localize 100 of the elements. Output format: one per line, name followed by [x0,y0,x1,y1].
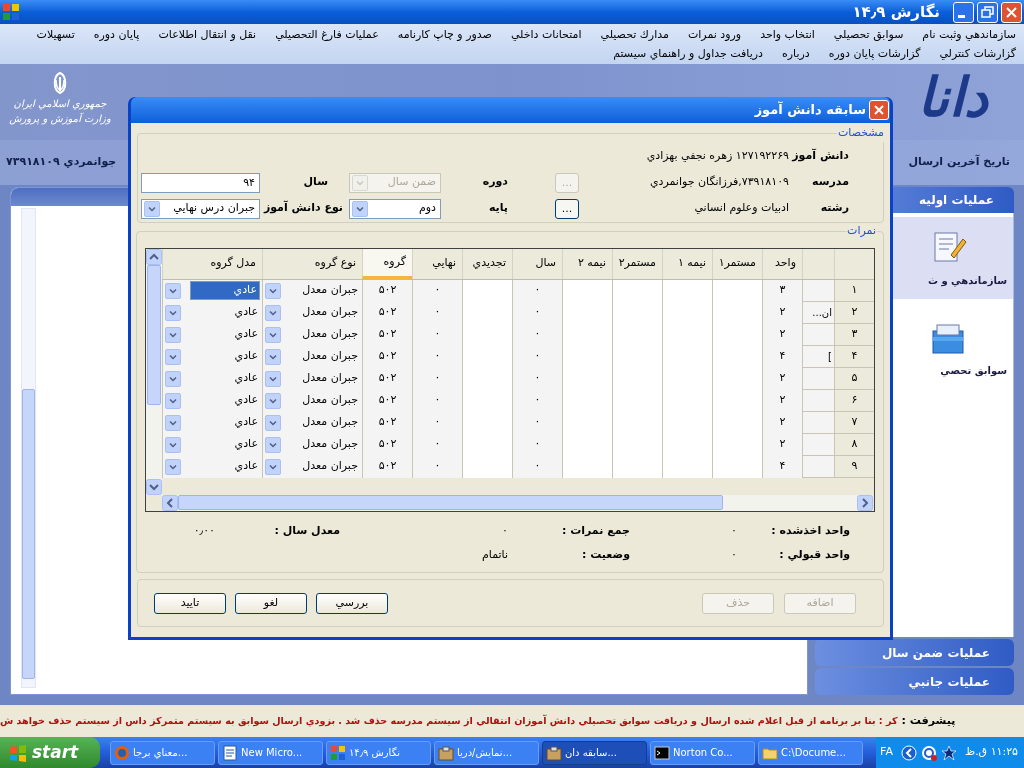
taskbar-button[interactable]: معناي برجا... [110,740,215,765]
dropdown-cell[interactable]: جبران معدل [262,367,362,390]
dropdown-button[interactable] [265,326,281,343]
menu-item[interactable]: انتخاب واحد [760,26,815,44]
scrollbar[interactable] [21,208,36,688]
menu-item[interactable]: مدارك تحصيلي [600,26,669,44]
scroll-thumb[interactable] [22,389,35,679]
dropdown-button[interactable] [165,414,181,431]
minimize-button[interactable] [953,1,974,23]
dropdown-button[interactable] [265,304,281,321]
dropdown-cell[interactable]: عادي [162,455,262,478]
scrollbar[interactable] [162,494,873,511]
dropdown-button[interactable] [265,370,281,387]
taskbar-button[interactable]: New Micro... [218,740,323,765]
table-cell[interactable] [712,279,762,302]
dropdown[interactable]: جبران درس نهايي [141,198,260,219]
dropdown-cell[interactable]: جبران معدل [262,323,362,346]
table-cell[interactable] [462,455,512,478]
dropdown-cell[interactable]: عادي [162,367,262,390]
table-cell[interactable] [662,455,712,478]
table-cell[interactable] [662,279,712,302]
menu-item[interactable]: گزارشات پايان دوره [828,45,921,63]
scroll-up-icon[interactable] [146,248,162,265]
dropdown-button[interactable] [165,282,181,299]
dropdown-cell[interactable]: عادي [162,301,262,324]
dropdown-cell[interactable]: عادي [162,411,262,434]
dialog-button[interactable]: تاييد [154,592,226,614]
dropdown-cell[interactable]: عادي [162,345,262,368]
scroll-thumb[interactable] [178,494,723,510]
table-cell[interactable] [562,455,612,478]
globe-icon[interactable] [920,744,937,761]
dropdown-cell[interactable]: جبران معدل [262,279,362,302]
dropdown-cell[interactable]: عادي [162,279,262,302]
dropdown-button[interactable] [265,436,281,453]
menu-item[interactable]: صدور و چاپ كارنامه [397,26,492,44]
taskbar-button[interactable]: نگارش ۱۴٫۹ [326,740,431,765]
dropdown-cell[interactable]: عادي [162,323,262,346]
scroll-left-icon[interactable] [162,494,178,511]
taskbar-button[interactable]: نمايش/دريا... [434,740,539,765]
dropdown-button[interactable] [165,436,181,453]
menu-item[interactable]: سازماندهي وثبت نام [922,26,1016,44]
document-icon [222,744,238,761]
taskbar-button[interactable]: C:\Docume... [758,740,863,765]
menu-item[interactable]: ورود نمرات [687,26,742,44]
dropdown-button[interactable] [165,304,181,321]
menu-item[interactable]: نقل و انتقال اطلاعات [158,26,257,44]
menu-item[interactable]: دريافت جداول و راهنماي سيستم [613,45,763,63]
menu-item[interactable]: پايان دوره [93,26,140,44]
table-cell[interactable] [462,279,512,302]
dropdown-button[interactable] [265,348,281,365]
dropdown-cell[interactable]: عادي [162,433,262,456]
table-cell[interactable] [612,279,662,302]
year-input[interactable]: ۹۴ [141,172,260,193]
taskbar-button[interactable]: Norton Co... [650,740,755,765]
language-indicator[interactable]: FA [880,744,893,761]
dropdown-button[interactable] [265,458,281,475]
browse-button[interactable]: ... [555,198,579,219]
dropdown-button[interactable] [265,414,281,431]
menu-item[interactable]: عمليات فارغ التحصيلي [275,26,379,44]
dropdown-button[interactable] [144,200,160,217]
chevron-icon[interactable] [900,744,917,761]
menu-item[interactable]: درباره [781,45,810,63]
menu-item[interactable]: امتحانات داخلي [510,26,582,44]
dropdown[interactable]: دوم [349,198,441,219]
dropdown-button[interactable] [265,282,281,299]
dropdown-cell[interactable]: جبران معدل [262,455,362,478]
panel-header[interactable]: عمليات جانبي [815,668,1014,695]
dropdown-cell[interactable]: جبران معدل [262,433,362,456]
menu-item[interactable]: تسهيلات [36,26,75,44]
panel-header[interactable]: عمليات ضمن سال [815,639,1014,666]
scrollbar[interactable] [146,248,162,495]
menu-item[interactable]: سوابق تحصيلي [833,26,904,44]
dialog-button[interactable]: لغو [235,592,307,614]
menu-item[interactable]: گزارشات كنترلي [939,45,1016,63]
dropdown-button[interactable] [165,458,181,475]
dropdown-button[interactable] [165,326,181,343]
table-cell: ۰ [512,367,562,390]
scroll-right-icon[interactable] [857,494,873,511]
dropdown-cell[interactable]: جبران معدل [262,301,362,324]
close-button[interactable] [1001,1,1022,23]
dropdown-button[interactable] [352,200,368,217]
scroll-down-icon[interactable] [146,478,162,495]
dialog-button[interactable]: بررسي [316,592,388,614]
dropdown-cell[interactable]: جبران معدل [262,389,362,412]
close-button[interactable] [869,100,889,120]
taskbar-button[interactable]: سابقه دان... [542,740,647,765]
dropdown-button[interactable] [265,392,281,409]
column-header[interactable]: گروه [362,248,412,279]
restore-button[interactable] [977,1,998,23]
table-cell[interactable] [562,279,612,302]
dropdown-button[interactable] [165,348,181,365]
table-cell[interactable] [612,455,662,478]
dropdown-button[interactable] [165,392,181,409]
star-icon[interactable] [940,744,957,761]
dropdown-button[interactable] [165,370,181,387]
scroll-thumb[interactable] [147,264,161,405]
dropdown-cell[interactable]: جبران معدل [262,411,362,434]
dropdown-cell[interactable]: عادي [162,389,262,412]
table-cell[interactable] [712,455,762,478]
dropdown-cell[interactable]: جبران معدل [262,345,362,368]
